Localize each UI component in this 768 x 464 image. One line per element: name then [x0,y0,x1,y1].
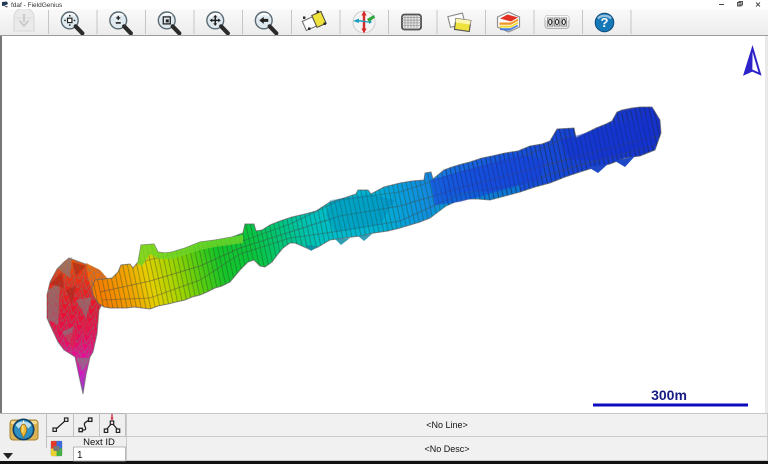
svg-text:Next ID: Next ID [83,437,115,448]
svg-text:1: 1 [77,450,83,461]
svg-text:?: ? [601,15,609,30]
